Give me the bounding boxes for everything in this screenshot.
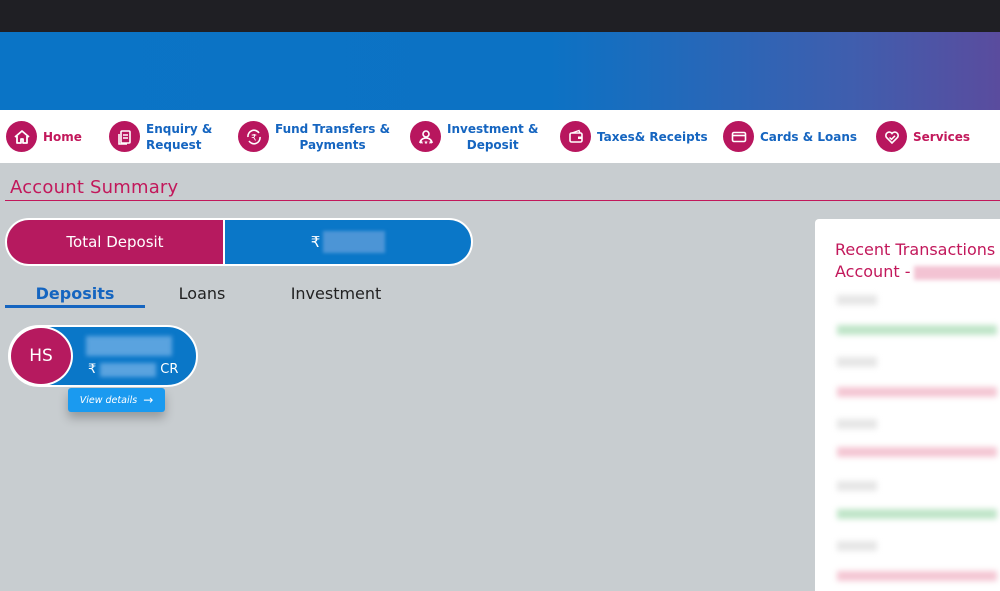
browser-top-bar [0,0,1000,32]
tab-investment[interactable]: Investment [277,278,395,308]
nav-home[interactable]: Home [6,110,82,163]
tab-deposits[interactable]: Deposits [5,278,145,308]
balance-suffix: CR [160,362,179,377]
masked-account-number [914,265,1000,280]
nav-fund-transfers-label: Fund Transfers & Payments [275,121,391,152]
masked-transaction-date [837,295,877,305]
deposit-account-card[interactable]: HS ₹ CR [8,325,198,387]
nav-services[interactable]: Services [876,110,970,163]
view-details-label: View details [79,394,138,406]
nav-fund-transfers[interactable]: ₹ Fund Transfers & Payments [238,110,390,163]
nav-enquiry-request[interactable]: Enquiry & Request [109,110,212,163]
masked-amount [323,231,386,253]
tab-loans[interactable]: Loans [165,278,239,308]
page-title: Account Summary [10,177,179,198]
masked-transaction-date [837,541,877,551]
nav-taxes-label: Taxes& Receipts [597,129,708,144]
header-banner [0,32,1000,110]
masked-transaction-row [837,325,997,335]
masked-transaction-row [837,447,997,457]
total-deposit-label: Total Deposit [7,220,223,264]
masked-transaction-date [837,357,877,367]
view-details-button[interactable]: View details → [68,388,165,412]
nav-enquiry-label: Enquiry & Request [146,121,213,152]
title-divider [5,200,1000,201]
masked-balance [100,362,157,377]
account-balance: ₹ CR [88,362,178,377]
currency-symbol: ₹ [310,233,321,251]
arrow-right-icon: → [143,393,154,407]
heart-check-icon [876,121,907,152]
document-icon [109,121,140,152]
total-deposit-summary: Total Deposit ₹ [5,218,473,266]
total-deposit-value: ₹ [225,220,471,264]
masked-transaction-date [837,481,877,491]
masked-transaction-row [837,509,997,519]
nav-investment-deposit[interactable]: ★★★ Investment & Deposit [410,110,538,163]
masked-account-name [86,336,172,356]
svg-text:★★★: ★★★ [419,140,433,146]
nav-services-label: Services [913,129,971,144]
recent-transactions-title: Recent Transactions fo Account - [835,239,1000,283]
masked-transaction-row [837,571,997,581]
svg-text:₹: ₹ [251,133,257,143]
investor-icon: ★★★ [410,121,441,152]
nav-cards-loans[interactable]: Cards & Loans [723,110,857,163]
avatar: HS [9,326,73,386]
wallet-icon [560,121,591,152]
recent-title-line1: Recent Transactions fo [835,240,1000,259]
nav-taxes-receipts[interactable]: Taxes& Receipts [560,110,708,163]
recent-transactions-panel: Recent Transactions fo Account - [815,219,1000,591]
balance-currency: ₹ [88,362,97,377]
rupee-transfer-icon: ₹ [238,121,269,152]
recent-title-account: Account - [835,262,911,281]
account-type-tabs: Deposits Loans Investment [5,278,405,310]
masked-transaction-row [837,387,997,397]
nav-cards-loans-label: Cards & Loans [760,129,858,144]
recent-title-line2: Account - [835,261,1000,283]
nav-investment-label: Investment & Deposit [447,121,539,152]
masked-transaction-date [837,419,877,429]
main-navigation: Home Enquiry & Request ₹ Fund Transfers … [0,110,1000,163]
home-icon [6,121,37,152]
card-icon [723,121,754,152]
nav-home-label: Home [43,129,82,144]
active-tab-indicator [5,305,145,308]
